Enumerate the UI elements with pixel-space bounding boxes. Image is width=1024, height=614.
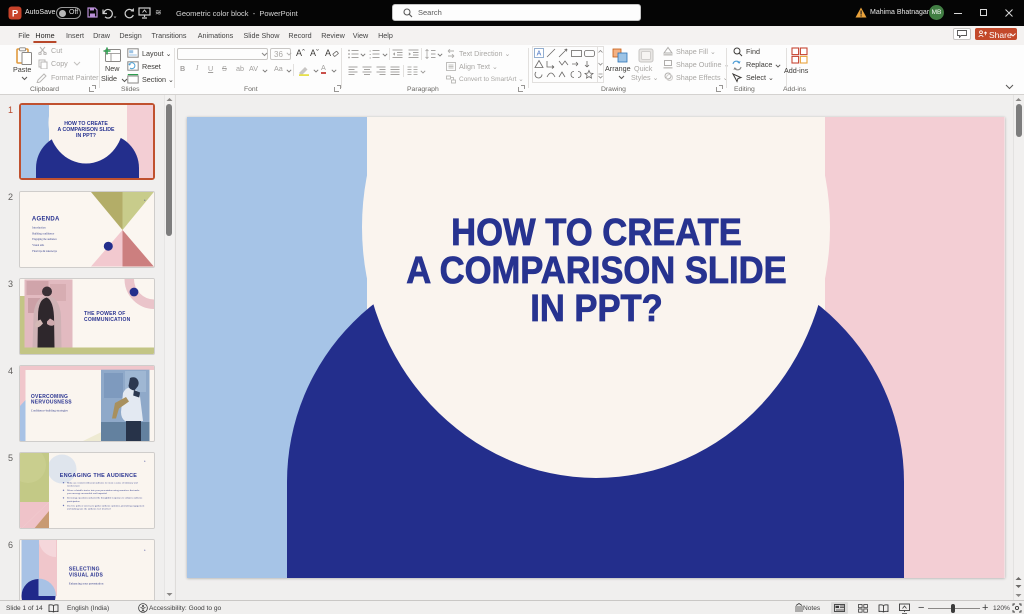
svg-text:Building confidence: Building confidence: [32, 232, 55, 235]
svg-text:your message memorable and imp: your message memorable and impactful: [67, 492, 107, 495]
svg-text:Introduction: Introduction: [32, 227, 46, 230]
svg-text:Engaging the audience: Engaging the audience: [32, 238, 57, 241]
svg-text:Visual aids: Visual aids: [32, 244, 44, 247]
svg-text:and making sure the audience f: and making sure the audience feel involv…: [67, 507, 111, 510]
svg-text:participation: participation: [67, 500, 80, 503]
svg-text:A COMPARISON SLIDE: A COMPARISON SLIDE: [57, 127, 115, 133]
svg-text:P: P: [12, 9, 19, 20]
svg-text:IN PPT?: IN PPT?: [76, 133, 96, 139]
svg-text:Enhancing your presentation: Enhancing your presentation: [69, 582, 104, 586]
svg-text:AGENDA: AGENDA: [32, 217, 60, 223]
svg-text:Confidence-building strategies: Confidence-building strategies: [31, 408, 69, 412]
svg-text:A: A: [537, 51, 542, 58]
svg-text:COMMUNICATION: COMMUNICATION: [84, 317, 131, 323]
svg-text:Final tips & takeaways: Final tips & takeaways: [32, 250, 57, 253]
svg-text:involvement: involvement: [67, 485, 80, 488]
svg-text:VISUAL AIDS: VISUAL AIDS: [69, 572, 104, 578]
svg-text:NERVOUSNESS: NERVOUSNESS: [31, 400, 72, 406]
svg-text:ENGAGING THE AUDIENCE: ENGAGING THE AUDIENCE: [60, 473, 137, 479]
